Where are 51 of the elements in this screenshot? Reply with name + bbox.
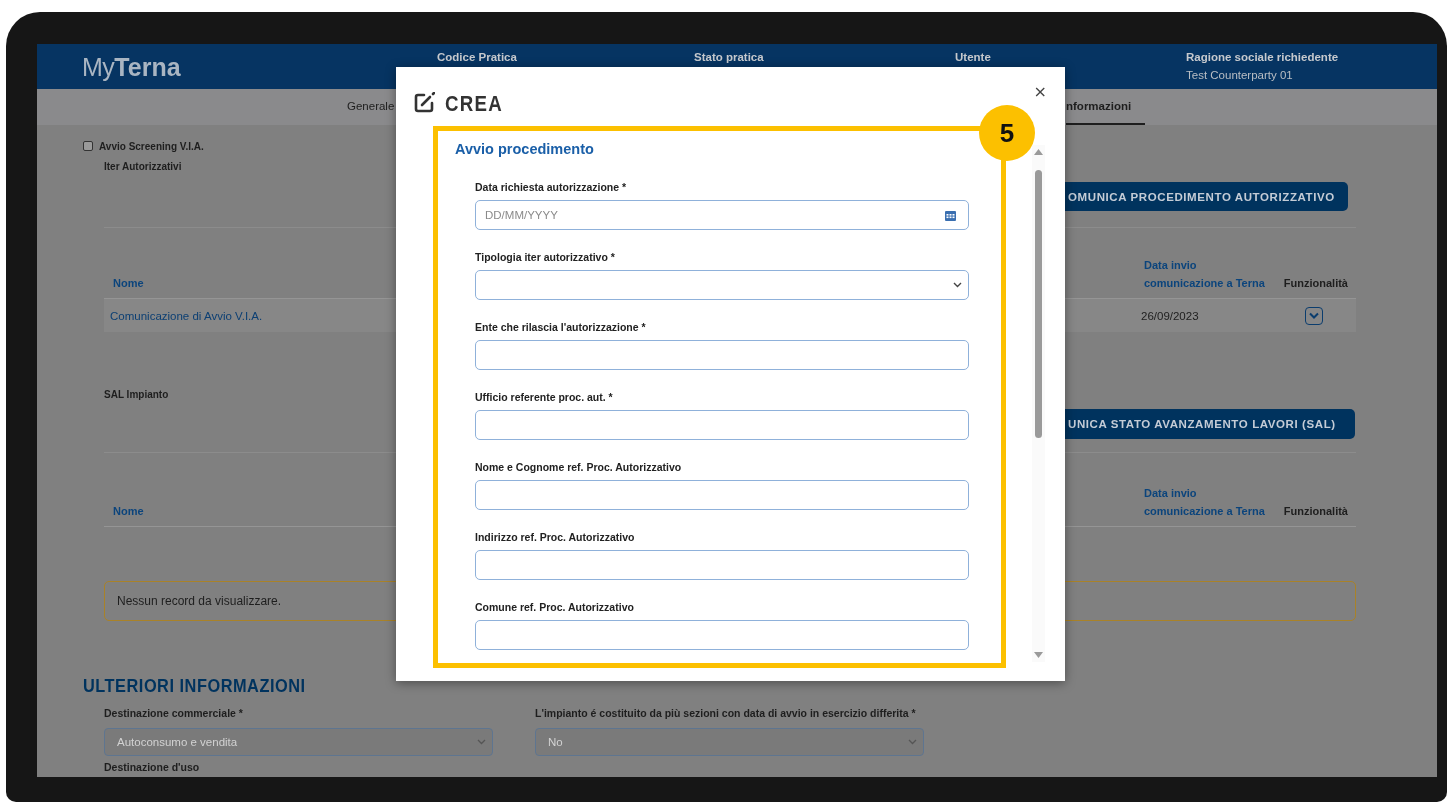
input-field[interactable]: [475, 410, 969, 440]
checkbox[interactable]: [83, 141, 93, 151]
column-header[interactable]: Data invio comunicazione a Terna: [1135, 453, 1276, 527]
scrollbar-thumb[interactable]: [1035, 169, 1042, 438]
chevron-down-icon: [953, 282, 962, 288]
calendar-icon: [945, 209, 956, 221]
section-title: SAL Impianto: [104, 388, 169, 402]
close-button[interactable]: ×: [1033, 83, 1047, 101]
tab[interactable]: Generale: [347, 89, 395, 125]
section-title: Iter Autorizzativi: [104, 160, 182, 174]
logo: MyTerna: [81, 52, 182, 80]
scroll-down-icon: [1034, 652, 1043, 658]
header-label: Utente: [955, 50, 992, 64]
chevron-down-icon: [477, 739, 486, 745]
input-field[interactable]: [475, 550, 969, 580]
input-field[interactable]: [475, 340, 969, 370]
scroll-up-icon: [1034, 149, 1043, 155]
field-label: Destinazione d'uso: [104, 760, 201, 774]
form-section-title: Avvio procedimento: [455, 140, 595, 158]
field-label: Data richiesta autorizzazione *: [475, 180, 628, 194]
field-label: Ente che rilascia l'autorizzazione *: [475, 320, 647, 334]
checkbox-label: Avvio Screening V.I.A.: [99, 140, 204, 152]
header-label: Stato pratica: [694, 50, 765, 64]
action-button[interactable]: UNICA STATO AVANZAMENTO LAVORI (SAL): [1065, 409, 1355, 439]
input-field[interactable]: [475, 480, 969, 510]
input-field[interactable]: [475, 620, 969, 650]
field-label: L'impianto é costituito da più sezioni con data di avvio in esercizio differita *: [535, 706, 917, 720]
field-label: Ufficio referente proc. aut. *: [475, 390, 614, 404]
field-label: Indirizzo ref. Proc. Autorizzativo: [475, 530, 636, 544]
chevron-down-icon: [1309, 312, 1319, 319]
field-label: Nome e Cognome ref. Proc. Autorizzativo: [475, 460, 683, 474]
edit-icon: [413, 92, 435, 114]
header-value: Test Counterparty 01: [1186, 68, 1294, 82]
column-header: Funzionalità: [1276, 453, 1356, 527]
table-cell: 26/09/2023: [1135, 299, 1276, 332]
header-label: Codice Pratica: [437, 50, 518, 64]
header-label: Ragione sociale richiedente: [1186, 50, 1340, 64]
action-button[interactable]: OMUNICA PROCEDIMENTO AUTORIZZATIVO: [1065, 182, 1348, 211]
select-field: No: [535, 728, 924, 756]
date-field[interactable]: DD/MM/YYYY: [475, 200, 969, 230]
scrollbar[interactable]: [1032, 145, 1045, 662]
section-heading: ULTERIORI INFORMAZIONI: [83, 675, 307, 697]
chevron-down-icon: [908, 739, 917, 745]
field-label: Comune ref. Proc. Autorizzativo: [475, 600, 635, 614]
field-label: Tipologia iter autorizzativo *: [475, 250, 616, 264]
select-field[interactable]: [475, 270, 969, 300]
select-field: Autoconsumo e vendita: [104, 728, 493, 756]
field-label: Destinazione commerciale *: [104, 706, 244, 720]
step-badge: 5: [979, 105, 1035, 161]
modal-title: CREA: [445, 92, 504, 116]
expand-button[interactable]: [1305, 306, 1323, 325]
